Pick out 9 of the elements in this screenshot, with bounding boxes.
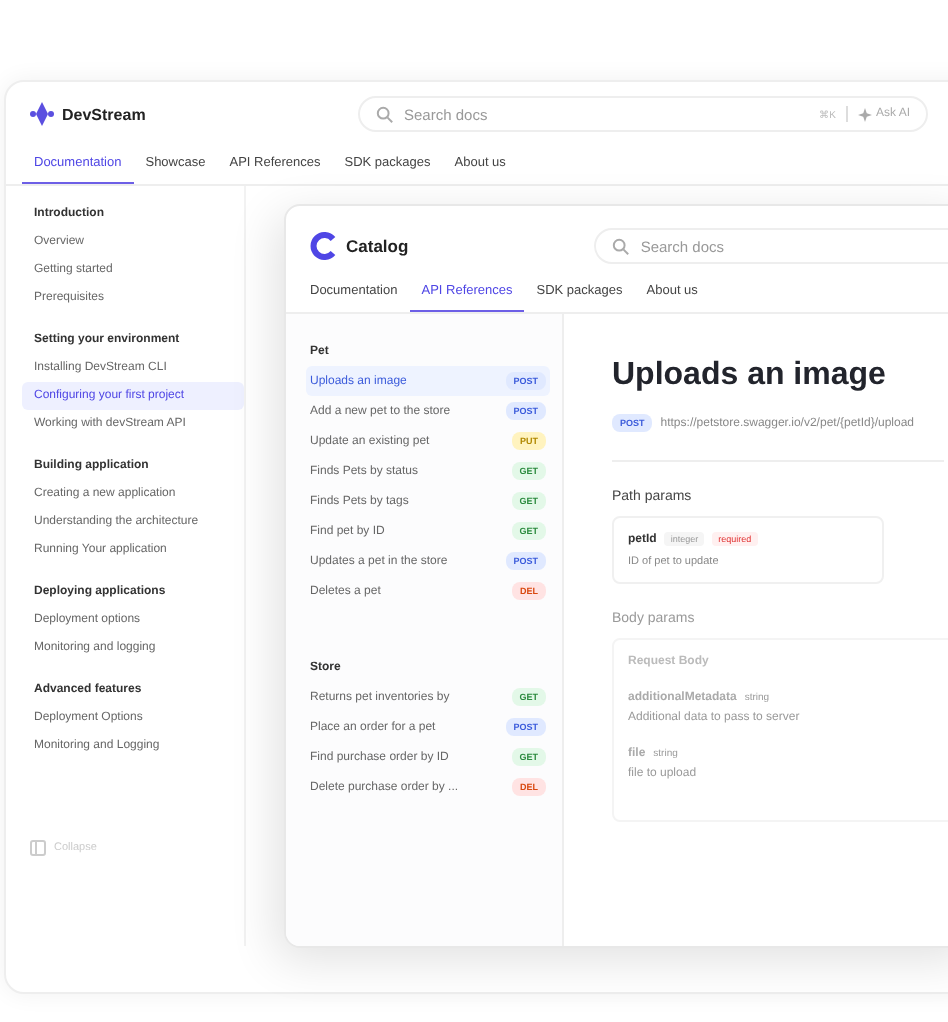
page-title: Uploads an image bbox=[612, 358, 888, 394]
sidebar-icon bbox=[30, 840, 46, 856]
app-name: Catalog bbox=[346, 236, 409, 256]
app-name: DevStream bbox=[62, 105, 146, 123]
logo-icon bbox=[30, 102, 54, 126]
search-icon bbox=[376, 105, 394, 123]
search-icon bbox=[612, 237, 631, 255]
sparkle-icon bbox=[857, 107, 872, 121]
logo-icon bbox=[310, 232, 338, 260]
